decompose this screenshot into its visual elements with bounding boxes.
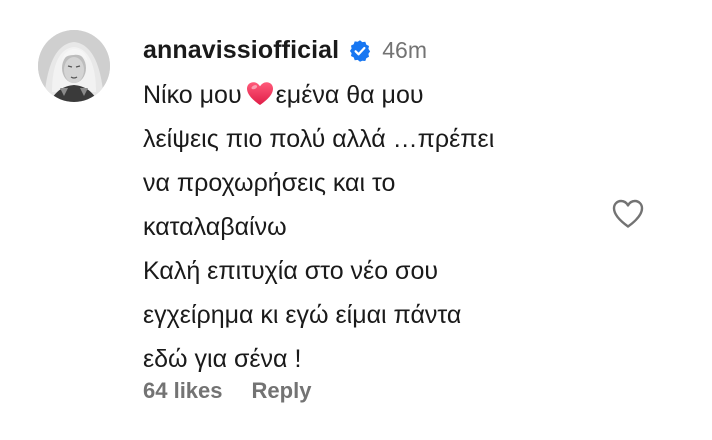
- comment-body: annavissiofficial 46m Νίκο μου εμένα θα μ…: [143, 30, 613, 381]
- comment-header: annavissiofficial 46m: [143, 30, 613, 70]
- reply-button[interactable]: Reply: [252, 378, 312, 404]
- comment-line-6: εγχείρημα κι εγώ είμαι πάντα: [143, 301, 462, 329]
- comment-line-4: καταλαβαίνω: [143, 213, 287, 241]
- avatar[interactable]: [38, 30, 110, 102]
- comment-line-5: Καλή επιτυχία στο νέο σου: [143, 257, 439, 285]
- comment: annavissiofficial 46m Νίκο μου εμένα θα μ…: [0, 0, 712, 440]
- username-link[interactable]: annavissiofficial: [143, 36, 339, 65]
- comment-text-segment: εμένα θα μου: [275, 81, 424, 109]
- comment-text-segment: Νίκο μου: [143, 81, 242, 109]
- comment-timestamp[interactable]: 46m: [382, 37, 427, 64]
- comment-line-1: Νίκο μου εμένα θα μου: [143, 73, 613, 117]
- comment-line-7: εδώ για σένα !: [143, 345, 302, 373]
- comment-line-2: λείψεις πιο πολύ αλλά …πρέπει: [143, 125, 495, 153]
- heart-emoji-icon: [246, 77, 274, 105]
- heart-outline-icon[interactable]: [612, 199, 644, 229]
- likes-count-button[interactable]: 64 likes: [143, 378, 223, 404]
- verified-badge-icon: [348, 39, 372, 63]
- comment-actions: 64 likes Reply: [143, 378, 311, 404]
- comment-text: Νίκο μου εμένα θα μου λείψεις πιο πολύ αλ…: [143, 73, 613, 381]
- comment-line-3: να προχωρήσεις και το: [143, 169, 396, 197]
